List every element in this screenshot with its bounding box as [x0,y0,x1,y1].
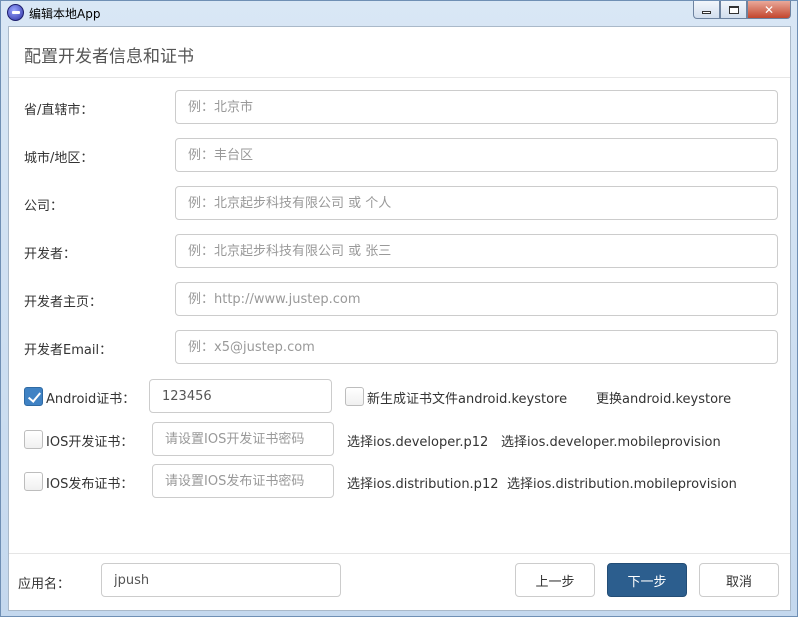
app-icon [7,4,24,21]
email-row: 开发者Email： [9,330,790,364]
homepage-input[interactable] [175,282,778,316]
android-password-input[interactable] [149,379,332,413]
app-name-input[interactable] [101,563,341,597]
city-row: 城市/地区： [9,138,790,172]
ios-dist-cert-checkbox[interactable] [24,472,43,491]
android-cert-row: Android证书： 新生成证书文件android.keystore 更换and… [9,379,790,413]
select-dev-provision-link[interactable]: 选择ios.developer.mobileprovision [501,431,721,450]
window-controls: ✕ [693,1,791,19]
city-label: 城市/地区： [24,151,94,166]
dialog-header: 配置开发者信息和证书 [9,27,790,78]
generate-keystore-label: 新生成证书文件android.keystore [367,392,568,407]
select-dist-provision-link[interactable]: 选择ios.distribution.mobileprovision [507,473,737,492]
company-input[interactable] [175,186,778,220]
minimize-icon [702,10,711,14]
select-dev-p12-link[interactable]: 选择ios.developer.p12 [347,431,488,450]
province-input[interactable] [175,90,778,124]
cancel-button[interactable]: 取消 [699,563,779,597]
minimize-button[interactable] [693,1,720,19]
ios-dev-cert-row: IOS开发证书： 选择ios.developer.p12 选择ios.devel… [9,422,790,456]
city-input[interactable] [175,138,778,172]
close-icon: ✕ [763,2,775,17]
replace-keystore-link[interactable]: 更换android.keystore [596,388,731,407]
developer-input[interactable] [175,234,778,268]
maximize-icon [728,5,739,14]
page-title: 配置开发者信息和证书 [24,47,194,67]
company-row: 公司： [9,186,790,220]
edit-local-app-window: 编辑本地App ✕ 配置开发者信息和证书 省/直辖市： 城市/地区： 公司： 开… [0,0,798,617]
window-title: 编辑本地App [29,7,101,21]
homepage-row: 开发者主页： [9,282,790,316]
company-label: 公司： [24,199,64,214]
android-cert-label: Android证书： [46,392,136,407]
ios-dev-cert-label: IOS开发证书： [46,435,134,450]
homepage-label: 开发者主页： [24,295,103,310]
ios-dist-password-input[interactable] [152,464,334,498]
close-button[interactable]: ✕ [747,1,791,19]
generate-keystore-checkbox[interactable] [345,387,364,406]
dialog-content: 配置开发者信息和证书 省/直辖市： 城市/地区： 公司： 开发者： 开发者主页：… [8,26,791,611]
ios-dev-cert-checkbox[interactable] [24,430,43,449]
developer-label: 开发者： [24,247,77,262]
developer-row: 开发者： [9,234,790,268]
email-input[interactable] [175,330,778,364]
prev-button[interactable]: 上一步 [515,563,595,597]
ios-dist-cert-row: IOS发布证书： 选择ios.distribution.p12 选择ios.di… [9,464,790,498]
maximize-button[interactable] [720,1,747,19]
email-label: 开发者Email： [24,343,113,358]
android-cert-checkbox[interactable] [24,387,43,406]
ios-dev-password-input[interactable] [152,422,334,456]
province-label: 省/直辖市： [24,103,94,118]
title-bar[interactable]: 编辑本地App ✕ [1,1,797,25]
ios-dist-cert-label: IOS发布证书： [46,477,134,492]
next-button[interactable]: 下一步 [607,563,687,597]
select-dist-p12-link[interactable]: 选择ios.distribution.p12 [347,473,498,492]
dialog-footer: 应用名： 上一步 下一步 取消 [9,553,790,612]
province-row: 省/直辖市： [9,90,790,124]
app-name-label: 应用名： [18,577,71,592]
